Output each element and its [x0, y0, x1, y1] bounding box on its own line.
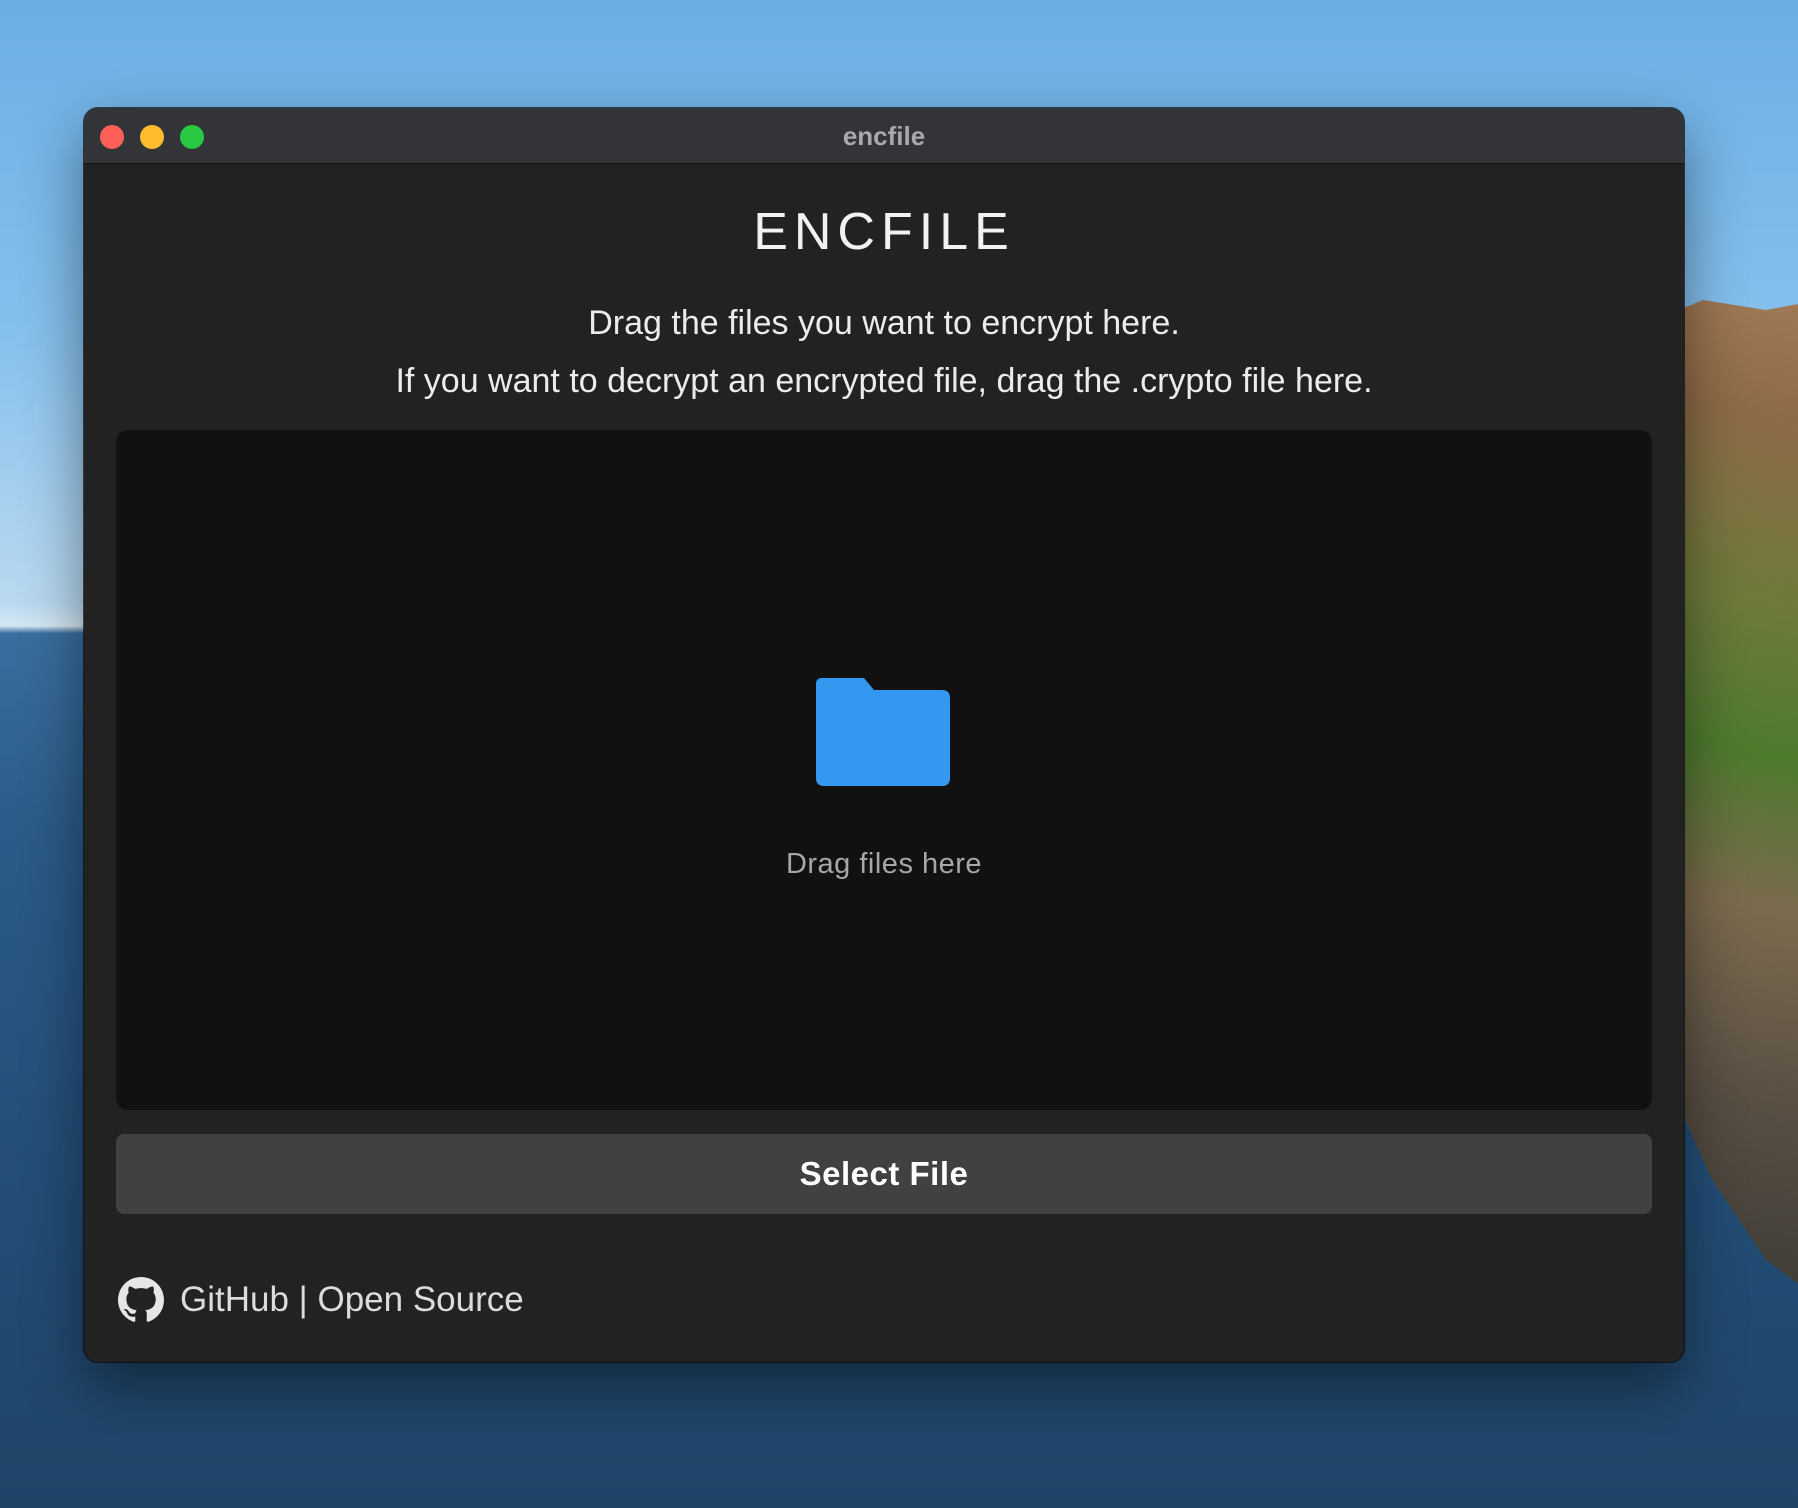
select-file-button[interactable]: Select File [116, 1134, 1652, 1214]
app-window: encfile ENCFILE Drag the files you want … [84, 108, 1684, 1362]
decrypt-instruction: If you want to decrypt an encrypted file… [395, 362, 1373, 400]
drop-zone-label: Drag files here [785, 848, 983, 880]
app-heading: ENCFILE [753, 203, 1015, 261]
title-bar[interactable]: encfile [84, 108, 1684, 164]
window-title: encfile [842, 121, 926, 151]
github-link-label: GitHub | Open Source [180, 1280, 524, 1319]
github-link[interactable]: GitHub | Open Source [118, 1276, 524, 1324]
folder-icon [816, 678, 950, 786]
desktop-wallpaper: encfile ENCFILE Drag the files you want … [0, 0, 1798, 1508]
encrypt-instruction: Drag the files you want to encrypt here. [588, 304, 1180, 342]
file-drop-zone[interactable]: Drag files here [116, 430, 1652, 1110]
github-icon [118, 1277, 164, 1322]
